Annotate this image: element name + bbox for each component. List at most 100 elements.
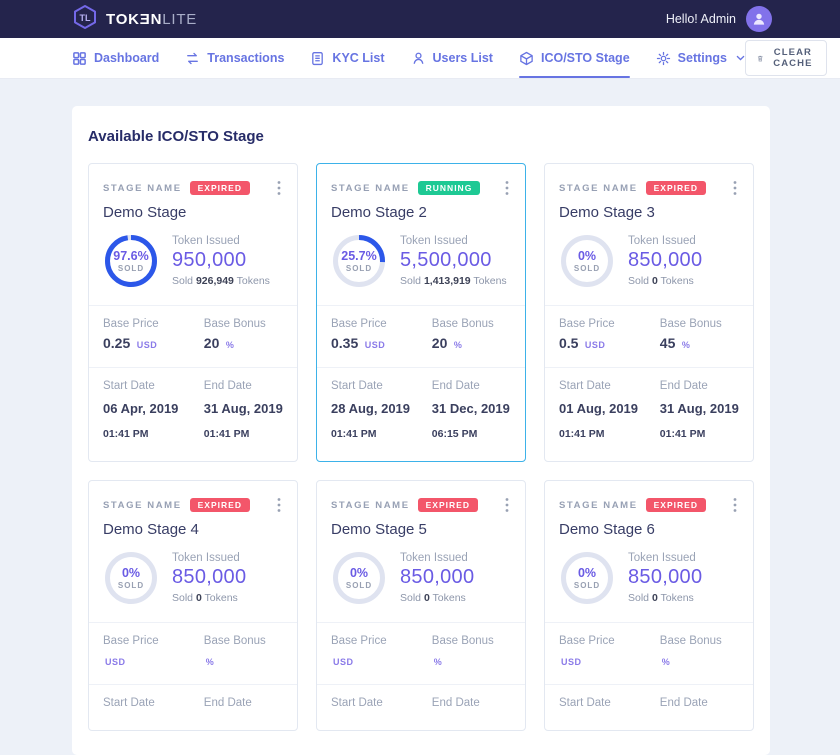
start-time-value: 01:41 PM [103, 428, 149, 440]
token-section: 25.7% SOLD Token Issued 5,500,000 Sold 1… [317, 221, 525, 306]
nav-item-settings[interactable]: Settings [656, 38, 745, 78]
percent-unit: % [226, 340, 235, 350]
sold-percent: 0% [578, 566, 596, 580]
status-badge: EXPIRED [190, 498, 250, 513]
stage-card: STAGE NAME RUNNING Demo Stage 2 25.7% S [316, 163, 526, 462]
end-date-value: 31 Aug, 2019 [660, 401, 739, 416]
token-issued-amount: 950,000 [172, 249, 270, 272]
base-price-value: 0.25 [103, 335, 130, 351]
page-title: Available ICO/STO Stage [88, 128, 754, 145]
content-area: Available ICO/STO Stage STAGE NAME EXPIR… [0, 78, 840, 755]
usd-unit: USD [561, 657, 582, 667]
sold-label: SOLD [574, 264, 600, 273]
stage-title: Demo Stage 4 [103, 521, 283, 538]
sold-label: SOLD [346, 264, 372, 273]
nav-label: Settings [678, 51, 727, 65]
nav-item-ico-sto-stage[interactable]: ICO/STO Stage [519, 38, 630, 78]
stage-card: STAGE NAME EXPIRED Demo Stage 4 0% SOLD [88, 480, 298, 731]
clear-cache-button[interactable]: CLEAR CACHE [745, 40, 827, 76]
dates-section: Start Date 28 Aug, 2019 01:41 PM End Dat… [317, 368, 525, 461]
stage-name-label: STAGE NAME [559, 183, 638, 194]
usd-unit: USD [137, 340, 158, 350]
sold-progress-ring: 25.7% SOLD [331, 233, 387, 289]
base-price-value: 0.35 [331, 335, 358, 351]
price-section: Base Price USD Base Bonus % [317, 623, 525, 685]
card-menu-button[interactable] [503, 178, 511, 198]
stage-title: Demo Stage 5 [331, 521, 511, 538]
base-price-label: Base Price [331, 635, 426, 647]
tokenlite-logo-icon: TL [72, 4, 98, 35]
base-bonus-label: Base Bonus [432, 635, 511, 647]
end-date-label: End Date [432, 697, 511, 709]
sold-tokens-amount: 1,413,919 [424, 275, 471, 287]
brand[interactable]: TL TOKƎNLITE [72, 4, 197, 35]
token-issued-amount: 5,500,000 [400, 249, 507, 272]
sold-label: SOLD [574, 581, 600, 590]
token-issued-amount: 850,000 [628, 249, 702, 272]
token-section: 97.6% SOLD Token Issued 950,000 Sold 926… [89, 221, 297, 306]
dates-section: Start Date End Date [89, 685, 297, 730]
user-avatar[interactable] [746, 6, 772, 32]
end-date-label: End Date [660, 697, 739, 709]
stage-name-label: STAGE NAME [559, 500, 638, 511]
vertical-dots-icon [733, 497, 737, 513]
sold-tokens-line: Sold 1,413,919 Tokens [400, 275, 507, 287]
sold-percent: 0% [578, 249, 596, 263]
card-menu-button[interactable] [275, 495, 283, 515]
percent-unit: % [662, 657, 671, 667]
card-menu-button[interactable] [731, 178, 739, 198]
end-date-label: End Date [660, 380, 739, 392]
nav-item-users-list[interactable]: Users List [411, 38, 493, 78]
stage-name-label: STAGE NAME [103, 500, 182, 511]
sold-percent: 97.6% [113, 249, 148, 263]
card-menu-button[interactable] [275, 178, 283, 198]
status-badge: RUNNING [418, 181, 481, 196]
start-date-label: Start Date [559, 380, 654, 392]
svg-text:TL: TL [80, 13, 91, 23]
vertical-dots-icon [277, 180, 281, 196]
sold-percent: 25.7% [341, 249, 376, 263]
stage-title: Demo Stage [103, 204, 283, 221]
token-issued-amount: 850,000 [172, 566, 246, 589]
sold-progress-ring: 97.6% SOLD [103, 233, 159, 289]
dates-section: Start Date End Date [545, 685, 753, 730]
dates-section: Start Date End Date [317, 685, 525, 730]
nav-item-transactions[interactable]: Transactions [185, 38, 284, 78]
stage-title: Demo Stage 6 [559, 521, 739, 538]
usd-unit: USD [365, 340, 386, 350]
end-time-value: 01:41 PM [204, 428, 250, 440]
nav-label: Dashboard [94, 51, 159, 65]
end-date-value: 31 Aug, 2019 [204, 401, 283, 416]
token-section: 0% SOLD Token Issued 850,000 Sold 0 Toke… [545, 538, 753, 623]
sold-tokens-line: Sold 0 Tokens [400, 592, 474, 604]
sold-progress-ring: 0% SOLD [331, 550, 387, 606]
ico-stage-cube-icon [519, 51, 534, 66]
usd-unit: USD [585, 340, 606, 350]
stage-name-label: STAGE NAME [331, 500, 410, 511]
main-nav: Dashboard Transactions KYC List Users Li… [0, 38, 840, 78]
base-bonus-label: Base Bonus [432, 318, 511, 330]
sold-label: SOLD [118, 581, 144, 590]
sold-progress-ring: 0% SOLD [103, 550, 159, 606]
card-menu-button[interactable] [731, 495, 739, 515]
price-section: Base Price 0.5 USD Base Bonus 45 % [545, 306, 753, 368]
usd-unit: USD [333, 657, 354, 667]
token-section: 0% SOLD Token Issued 850,000 Sold 0 Toke… [545, 221, 753, 306]
start-date-label: Start Date [103, 697, 198, 709]
nav-label: ICO/STO Stage [541, 51, 630, 65]
base-bonus-label: Base Bonus [204, 635, 283, 647]
stages-panel: Available ICO/STO Stage STAGE NAME EXPIR… [72, 106, 770, 755]
start-date-value: 06 Apr, 2019 [103, 401, 178, 416]
end-date-label: End Date [432, 380, 511, 392]
nav-item-dashboard[interactable]: Dashboard [72, 38, 159, 78]
status-badge: EXPIRED [190, 181, 250, 196]
dates-section: Start Date 06 Apr, 2019 01:41 PM End Dat… [89, 368, 297, 461]
nav-item-kyc-list[interactable]: KYC List [310, 38, 384, 78]
stage-title: Demo Stage 3 [559, 204, 739, 221]
sold-percent: 0% [350, 566, 368, 580]
dashboard-grid-icon [72, 51, 87, 66]
price-section: Base Price USD Base Bonus % [545, 623, 753, 685]
card-menu-button[interactable] [503, 495, 511, 515]
nav-label: KYC List [332, 51, 384, 65]
base-bonus-label: Base Bonus [660, 635, 739, 647]
